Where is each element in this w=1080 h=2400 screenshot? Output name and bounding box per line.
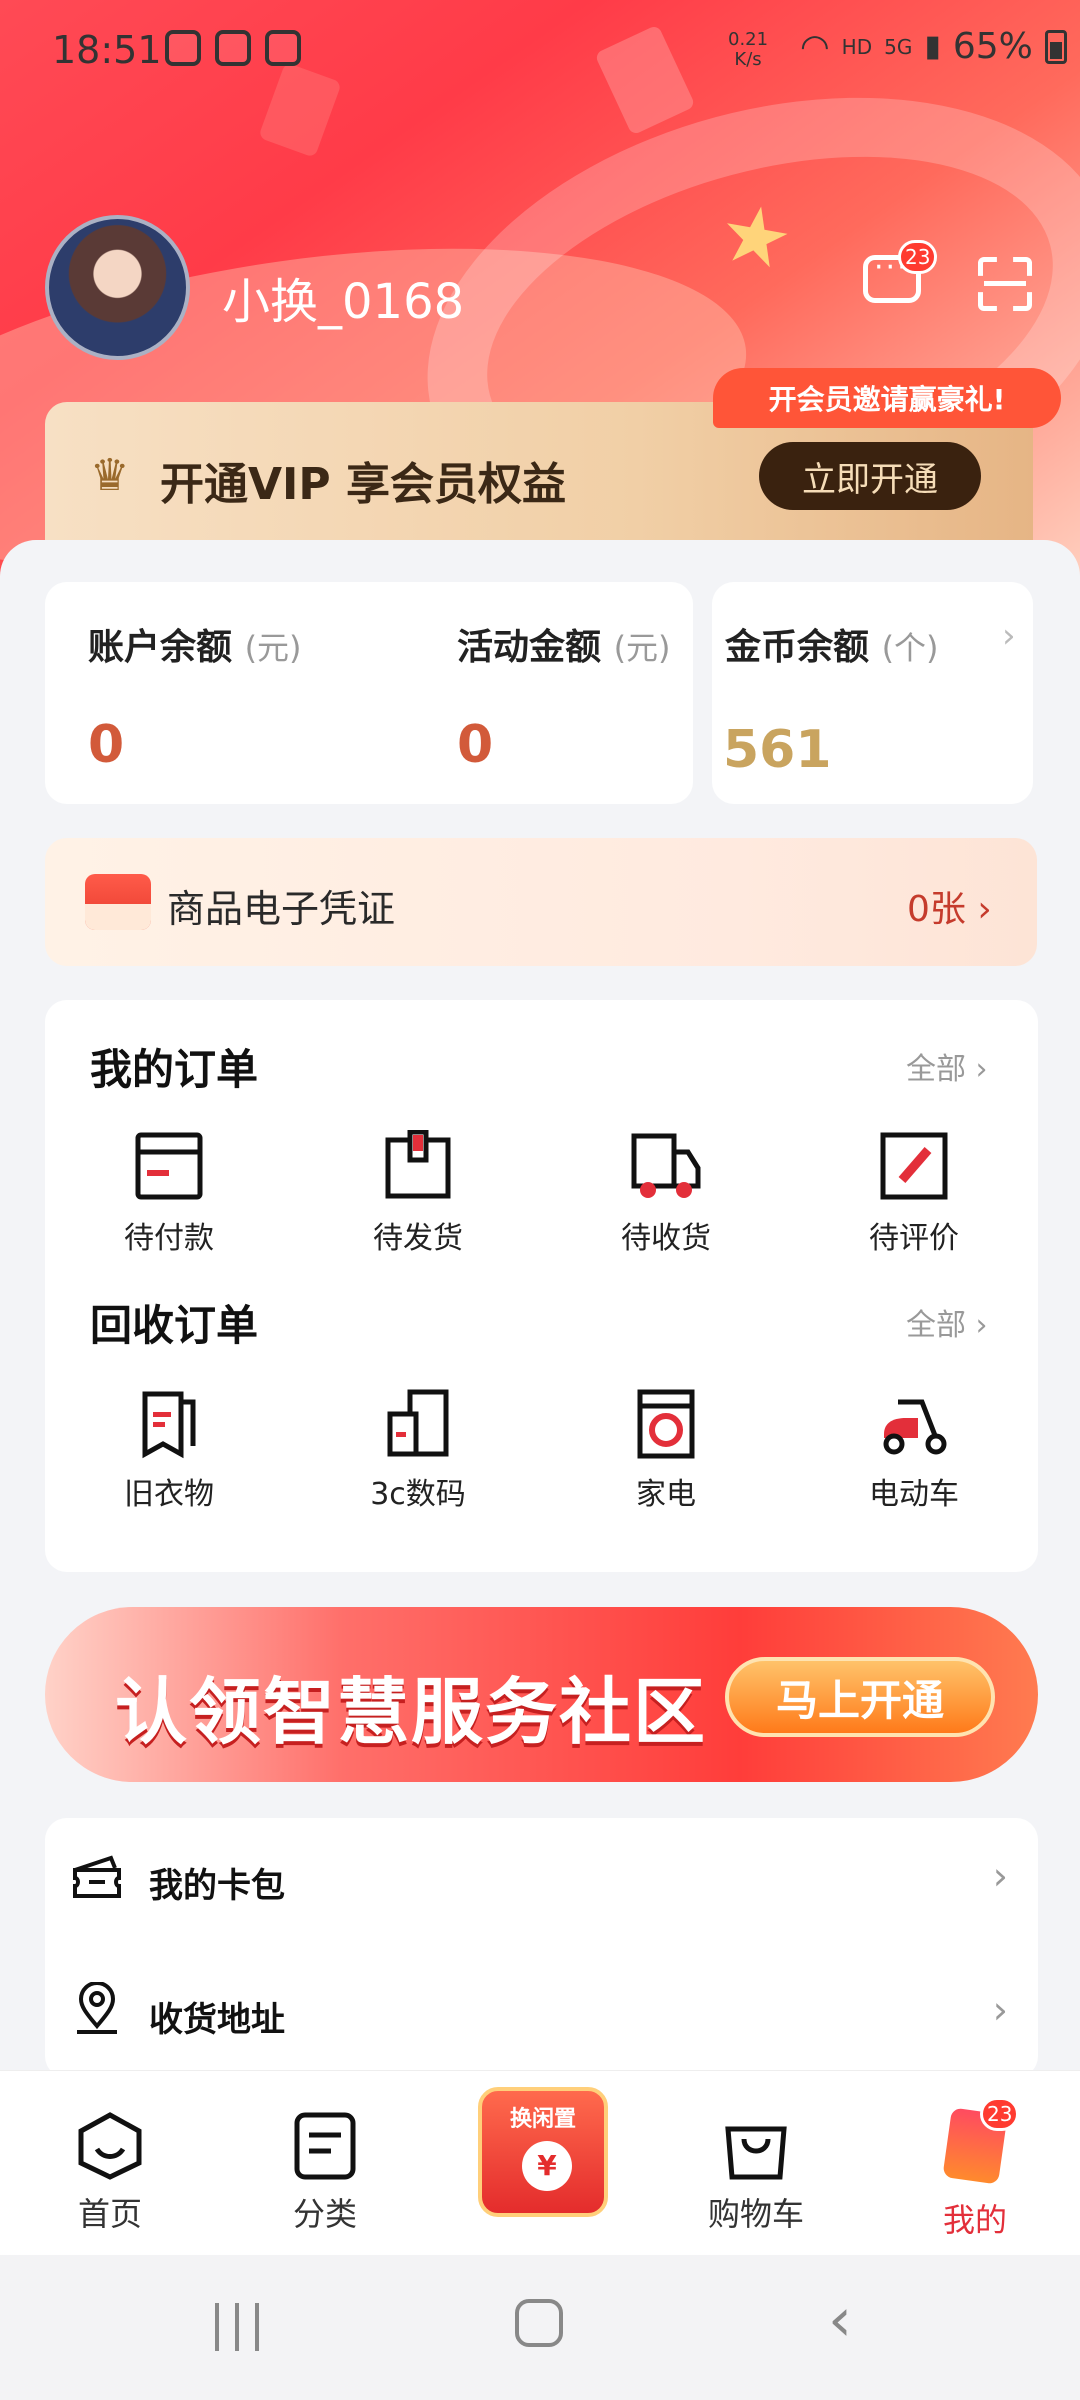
edit-icon[interactable] [878, 1130, 950, 1202]
coin-balance-label: 金币余额 (个) [725, 627, 939, 668]
menu-item-label: 我的卡包 [149, 1866, 285, 1906]
yen-icon: ¥ [522, 2141, 572, 2191]
me-badge: 23 [980, 2097, 1020, 2131]
list-icon [294, 2112, 356, 2180]
order-pending-receipt[interactable]: 待收货 [576, 1213, 756, 1257]
signal-bars-icon: ▮ [924, 29, 941, 64]
banner-title: 认领智慧服务社区 [115, 1670, 708, 1754]
recycle-all-link[interactable]: 全部 › [906, 1300, 988, 1344]
location-icon [77, 1982, 117, 2034]
account-balance-value[interactable]: 0 [88, 715, 124, 775]
recycle-clothes[interactable]: 旧衣物 [79, 1469, 259, 1513]
clothes-icon[interactable] [133, 1388, 205, 1460]
activity-amount-value[interactable]: 0 [457, 715, 493, 775]
truck-icon[interactable] [630, 1130, 702, 1202]
recent-apps-icon[interactable] [215, 2303, 259, 2351]
chevron-right-icon: › [1002, 616, 1016, 656]
ticket-icon [73, 1855, 121, 1898]
username[interactable]: 小换_0168 [222, 262, 464, 332]
wallet-icon[interactable] [133, 1130, 205, 1202]
back-icon[interactable]: ‹ [828, 2290, 852, 2350]
vip-card[interactable]: ♛ 开通VIP 享会员权益 立即开通 开会员邀请赢豪礼! [45, 368, 1061, 540]
recycle-appliances[interactable]: 家电 [576, 1469, 756, 1513]
banner-open-button[interactable]: 马上开通 [725, 1657, 995, 1737]
network-speed: 0.21 K/s [728, 29, 769, 70]
profile-page: ★ 18:51 0.21 K/s ◠ HD 5G ▮ 65% 小换_0168 2… [0, 0, 1080, 2400]
tab-me[interactable]: 我的 [895, 2071, 1055, 2256]
signal-5g: 5G [884, 34, 913, 59]
vip-invite-tip: 开会员邀请赢豪礼! [713, 368, 1061, 428]
balance-card [45, 582, 693, 804]
shopping-bag-icon [725, 2126, 787, 2180]
activity-amount-label[interactable]: 活动金额 (元) [457, 618, 671, 670]
center-exchange-button[interactable]: 换闲置 ¥ [478, 2087, 608, 2217]
tab-cart[interactable]: 购物车 [676, 2071, 836, 2256]
chevron-right-icon: › [992, 1988, 1008, 2032]
order-pending-shipment[interactable]: 待发货 [328, 1213, 508, 1257]
washer-icon[interactable] [630, 1388, 702, 1460]
menu-list: 我的卡包 › 收货地址 › [45, 1818, 1038, 2078]
crown-icon: ♛ [90, 450, 130, 501]
order-pending-review[interactable]: 待评价 [824, 1213, 1004, 1257]
menu-item-label: 收货地址 [149, 2000, 285, 2040]
gallery-notification-icon [265, 30, 301, 66]
voucher-row[interactable]: 商品电子凭证 0张 › [45, 838, 1037, 966]
home-nav-icon[interactable] [515, 2299, 563, 2347]
my-orders-title: 我的订单 [90, 1045, 259, 1094]
recycle-e-bike[interactable]: 电动车 [824, 1469, 1004, 1513]
tab-category[interactable]: 分类 [245, 2071, 405, 2256]
smart-community-banner[interactable]: 认领智慧服务社区 马上开通 [45, 1607, 1038, 1782]
tab-home[interactable]: 首页 [30, 2071, 190, 2256]
vip-open-button[interactable]: 立即开通 [759, 442, 981, 510]
scooter-icon[interactable] [878, 1388, 950, 1460]
wifi-icon: ◠ [800, 26, 830, 67]
voucher-label: 商品电子凭证 [167, 887, 396, 931]
wechat-notification-icon [215, 30, 251, 66]
recycle-orders-title: 回收订单 [90, 1301, 259, 1350]
order-pending-payment[interactable]: 待付款 [79, 1213, 259, 1257]
vip-title: 开通VIP 享会员权益 [160, 459, 566, 510]
voucher-count: 0张 › [907, 889, 992, 930]
devices-icon[interactable] [382, 1388, 454, 1460]
menu-item-card-wallet[interactable]: 我的卡包 › [45, 1818, 1038, 1938]
recycle-3c-digital[interactable]: 3c数码 [328, 1469, 508, 1513]
message-badge: 23 [898, 240, 938, 274]
coin-balance-value: 561 [723, 720, 832, 780]
system-navigation-bar: ‹ [0, 2255, 1080, 2400]
status-bar: 18:51 0.21 K/s ◠ HD 5G ▮ 65% [0, 0, 1080, 100]
chevron-right-icon: › [992, 1854, 1008, 1898]
account-balance-label[interactable]: 账户余额 (元) [88, 618, 302, 670]
avatar[interactable] [45, 215, 190, 360]
orders-all-link[interactable]: 全部 › [906, 1044, 988, 1088]
menu-item-address[interactable]: 收货地址 › [45, 1952, 1038, 2072]
battery-icon [1044, 29, 1067, 64]
box-icon[interactable] [382, 1130, 454, 1202]
voucher-icon [85, 874, 151, 930]
status-time: 18:51 [52, 28, 162, 72]
scan-icon[interactable] [978, 257, 1032, 311]
hd-indicator: HD [841, 34, 873, 59]
battery-percent: 65% [952, 26, 1033, 67]
message-notification-icon [165, 30, 201, 66]
home-icon [78, 2112, 142, 2180]
